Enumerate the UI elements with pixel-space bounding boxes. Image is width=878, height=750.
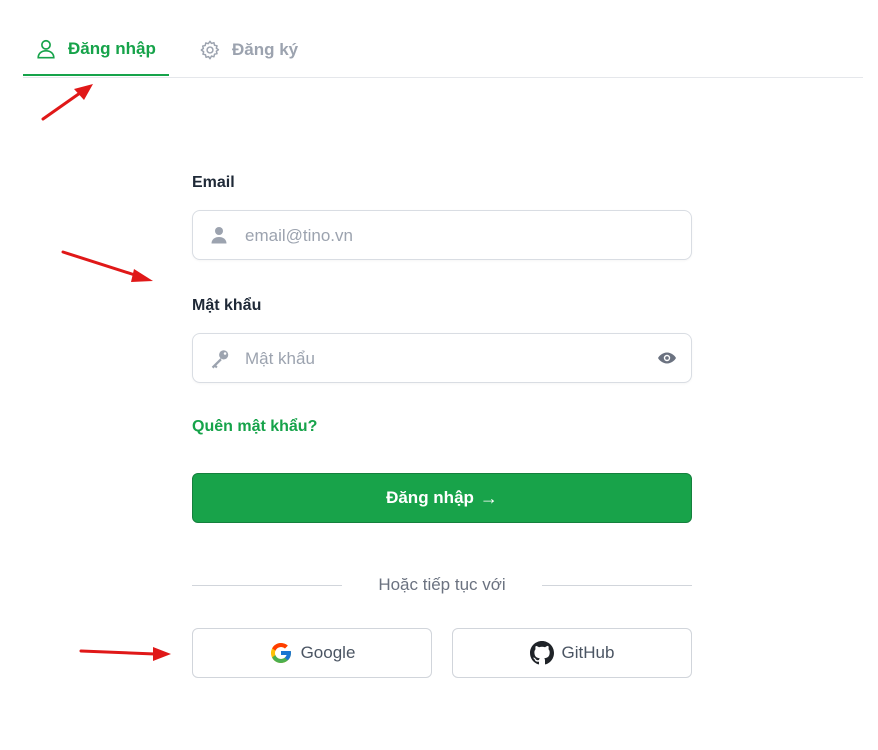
divider-line-right xyxy=(542,585,692,586)
google-label: Google xyxy=(300,643,356,662)
tab-register[interactable]: Đăng ký xyxy=(199,24,298,76)
auth-tabs: Đăng nhập Đăng ký xyxy=(23,24,863,78)
eye-icon[interactable] xyxy=(657,349,677,367)
password-input[interactable] xyxy=(243,334,647,384)
arrow-right-icon: → xyxy=(479,487,498,508)
tab-login[interactable]: Đăng nhập xyxy=(23,24,169,76)
password-label: Mật khẩu xyxy=(192,297,262,314)
email-field-wrapper xyxy=(192,210,692,261)
github-label: GitHub xyxy=(561,643,615,662)
login-submit-label: Đăng nhập xyxy=(386,488,474,507)
forgot-password-link[interactable]: Quên mật khẩu? xyxy=(192,418,317,436)
user-icon xyxy=(35,38,57,60)
user-icon xyxy=(209,225,229,245)
github-icon xyxy=(529,641,554,665)
annotation-arrow-form xyxy=(61,250,153,282)
email-input[interactable] xyxy=(243,211,647,261)
tab-register-label: Đăng ký xyxy=(232,40,299,59)
github-login-button[interactable]: GitHub xyxy=(452,628,692,678)
password-field-wrapper xyxy=(192,333,692,384)
annotation-arrow-tabs xyxy=(41,84,93,121)
email-label: Email xyxy=(192,174,235,191)
google-login-button[interactable]: Google xyxy=(192,628,432,678)
divider-line-left xyxy=(192,585,342,586)
login-submit-button[interactable]: Đăng nhập → xyxy=(192,473,692,523)
gear-icon xyxy=(199,39,221,61)
key-icon xyxy=(209,348,229,369)
divider-text: Hoặc tiếp tục với xyxy=(378,575,506,594)
annotation-arrow-social xyxy=(79,647,171,661)
tab-login-label: Đăng nhập xyxy=(68,39,156,58)
google-icon xyxy=(269,641,293,665)
